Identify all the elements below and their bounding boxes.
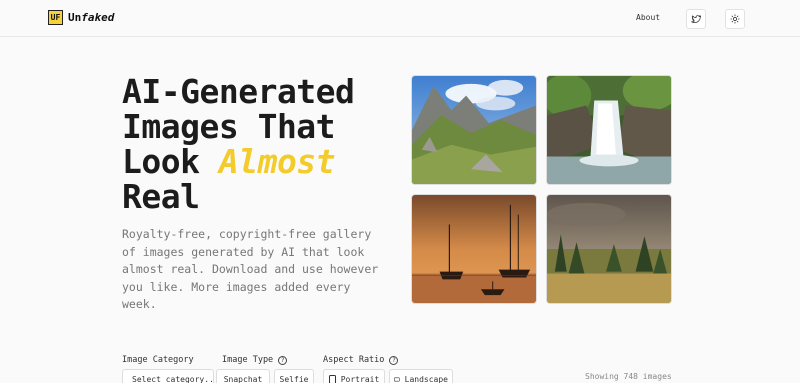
aspect-option-label: Portrait: [340, 374, 380, 383]
aspect-option-landscape[interactable]: Landscape: [389, 369, 453, 383]
image-type-label: Image Type?: [222, 355, 288, 365]
image-category-label: Image Category: [122, 355, 194, 365]
aspect-option-label: Landscape: [404, 374, 448, 383]
twitter-button[interactable]: [686, 9, 706, 29]
type-option-label: Selfie: [279, 374, 309, 383]
gallery-image-harbor-sunset[interactable]: [411, 194, 537, 304]
site-header: UF Unfaked About: [0, 0, 800, 37]
theme-toggle-button[interactable]: [725, 9, 745, 29]
category-select[interactable]: Select category...: [122, 369, 214, 383]
logo-badge: UF: [48, 10, 63, 25]
hero-title-line-4: Real: [122, 177, 200, 216]
logo-name-italic: faked: [81, 11, 115, 24]
gallery-image-waterfall[interactable]: [546, 75, 672, 185]
aspect-ratio-label-text: Aspect Ratio: [323, 355, 385, 365]
type-option-selfie[interactable]: Selfie: [274, 369, 314, 383]
hero-title-line-3: Look Almost: [122, 144, 392, 179]
help-icon[interactable]: ?: [389, 355, 399, 365]
logo-name-plain: Un: [68, 11, 82, 24]
hero-title-accent: Almost: [218, 142, 336, 181]
portrait-icon: [328, 374, 336, 383]
logo[interactable]: UF Unfaked: [48, 10, 114, 25]
sun-icon: [730, 14, 740, 24]
gallery-image-mountain-valley[interactable]: [411, 75, 537, 185]
hero-title-line-1: AI-Generated: [122, 72, 355, 111]
image-category-label-text: Image Category: [122, 355, 194, 365]
type-option-label: Snapchat: [223, 374, 263, 383]
aspect-option-portrait[interactable]: Portrait: [323, 369, 385, 383]
gallery-image-forest-meadow[interactable]: [546, 194, 672, 304]
hero-title-look: Look: [122, 142, 219, 181]
hero-title-line-2: Images That: [122, 107, 336, 146]
type-option-snapchat[interactable]: Snapchat: [216, 369, 270, 383]
about-link[interactable]: About: [636, 13, 660, 22]
hero-description: Royalty-free, copyright-free gallery of …: [122, 227, 379, 311]
results-count: Showing 748 images: [585, 372, 672, 381]
help-icon[interactable]: ?: [278, 355, 288, 365]
logo-name: Unfaked: [68, 11, 114, 24]
twitter-icon: [691, 15, 701, 23]
aspect-ratio-label: Aspect Ratio?: [323, 355, 399, 365]
hero-title: AI-Generated Images That Look Almost Rea…: [122, 74, 392, 214]
landscape-icon: [394, 377, 400, 381]
image-type-label-text: Image Type: [222, 355, 274, 365]
